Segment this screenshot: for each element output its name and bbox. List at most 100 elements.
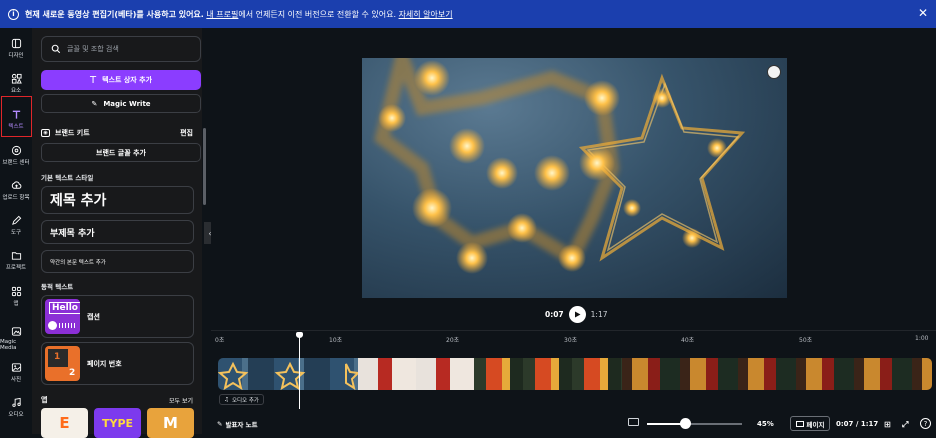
text-icon: T (89, 74, 97, 86)
banner-learn-more-link[interactable]: 자세히 알아보기 (399, 9, 453, 20)
rail-label: 요소 (10, 88, 22, 94)
banner-bold-text: 현재 새로운 동영상 편집기(베타)를 사용하고 있어요. (25, 9, 204, 19)
apps-tiles: E TYPE M (41, 408, 194, 438)
rail-item-draw[interactable]: 도구 (0, 215, 32, 236)
rail-item-elements[interactable]: 요소 (0, 73, 32, 94)
playhead[interactable] (299, 334, 300, 409)
total-time: 1:17 (590, 310, 608, 319)
rail-label: 프로젝트 (5, 265, 27, 271)
audio-icon (11, 397, 21, 407)
ruler-tick: 10초 (329, 337, 343, 344)
pages-button[interactable]: 페이지 (790, 416, 830, 431)
page-number-card[interactable]: 1 2 페이지 번호 (41, 342, 194, 385)
rail-label: 사진 (10, 377, 22, 383)
search-input[interactable]: 글꼴 및 조합 검색 (41, 36, 201, 62)
ruler-tick: 50초 (799, 337, 813, 344)
rail-item-apps[interactable]: 앱 (0, 286, 32, 307)
zoom-level: 45% (757, 420, 774, 428)
rail-item-brand[interactable]: 브랜드 센터 (0, 145, 32, 166)
banner-text: 에서 언제든지 이전 버전으로 전환할 수 있어요. (238, 9, 397, 19)
play-icon (48, 321, 57, 330)
add-textbox-label: 텍스트 상자 추가 (102, 76, 153, 84)
rail-label: 브랜드 센터 (2, 160, 30, 166)
rail-label: 도구 (10, 230, 22, 236)
stars-image (374, 58, 746, 274)
upload-icon (11, 181, 21, 189)
clip-presents[interactable] (622, 358, 932, 390)
page-thumb-num-2: 2 (69, 368, 76, 378)
add-audio-button[interactable]: ♫ 오디오 추가 (219, 394, 264, 405)
add-brand-font-button[interactable]: 브랜드 글꼴 추가 (41, 143, 201, 162)
video-badge-icon[interactable] (767, 65, 781, 79)
play-button[interactable] (568, 306, 586, 323)
apps-row: 앱 모두 보기 (41, 395, 201, 405)
banner-profile-link[interactable]: 내 프로필 (206, 9, 238, 20)
playhead-handle[interactable] (296, 332, 303, 338)
photo-icon (11, 363, 21, 372)
presenter-notes-button[interactable]: ✎ 발표자 노트 (217, 419, 258, 429)
play-icon (574, 311, 581, 318)
text-panel: 글꼴 및 조합 검색 T 텍스트 상자 추가 ✎ Magic Write ◉ 브랜… (32, 28, 202, 434)
rail-label: 업로드 항목 (2, 195, 30, 201)
grid-view-icon[interactable]: ⊞ (884, 420, 891, 429)
page-number-label: 페이지 번호 (87, 359, 122, 368)
video-preview[interactable] (362, 58, 787, 298)
pages-icon (795, 420, 804, 427)
rail-item-photos[interactable]: 사진 (0, 362, 32, 383)
panel-scrollbar[interactable] (203, 128, 206, 205)
presenter-notes-label: 발표자 노트 (225, 421, 258, 429)
add-audio-label: 오디오 추가 (231, 397, 259, 404)
rail-item-uploads[interactable]: 업로드 항목 (0, 180, 32, 201)
add-brand-font-label: 브랜드 글꼴 추가 (96, 148, 146, 157)
timeline-toggle-icon[interactable] (628, 418, 639, 426)
page-number-thumbnail: 1 2 (45, 346, 80, 381)
magic-write-button[interactable]: ✎ Magic Write (41, 94, 201, 113)
rail-label: Magic Media (0, 339, 17, 351)
pages-label: 페이지 (806, 420, 825, 429)
rail-item-design[interactable]: 디자인 (0, 38, 32, 59)
add-textbox-button[interactable]: T 텍스트 상자 추가 (41, 70, 201, 90)
add-body-text-button[interactable]: 약간의 본문 텍스트 추가 (41, 250, 194, 273)
edit-link[interactable]: 편집 (180, 128, 193, 138)
brand-icon (11, 145, 21, 156)
apps-icon (11, 286, 21, 297)
draw-icon (11, 215, 21, 225)
add-subheading-button[interactable]: 부제목 추가 (41, 220, 194, 244)
layout-icon (11, 38, 21, 49)
add-heading-button[interactable]: 제목 추가 (41, 186, 194, 214)
rail-item-audio[interactable]: 오디오 (0, 397, 32, 418)
caption-thumbnail: Hello (45, 299, 80, 334)
heading-label: 제목 추가 (50, 193, 107, 209)
fullscreen-icon[interactable]: ⤢ (902, 420, 908, 430)
see-all-link[interactable]: 모두 보기 (169, 396, 193, 405)
caption-card[interactable]: Hello 캡션 (41, 295, 194, 338)
stars-thumbnails (218, 361, 361, 390)
ruler-tick: 0초 (215, 337, 225, 344)
clip-stars[interactable] (218, 358, 361, 390)
search-icon (51, 44, 61, 54)
help-icon[interactable]: ? (920, 418, 931, 429)
beta-banner: i 현재 새로운 동영상 편집기(베타)를 사용하고 있어요. 내 프로필 에서… (0, 0, 936, 28)
page-thumb-num-1: 1 (54, 352, 61, 362)
ruler-tick: 30초 (564, 337, 578, 344)
selection-highlight (1, 96, 32, 137)
clip-gifts[interactable] (474, 358, 622, 390)
rail-item-magic-media[interactable]: Magic Media (0, 326, 32, 351)
waveform-icon (59, 323, 77, 328)
ruler-tick: 40초 (681, 337, 695, 344)
folder-icon (11, 252, 21, 260)
clip-santa[interactable] (358, 358, 474, 390)
rail-item-projects[interactable]: 프로젝트 (0, 250, 32, 271)
close-icon[interactable]: ✕ (918, 6, 928, 20)
video-clip-strip[interactable] (218, 358, 932, 390)
info-icon: i (8, 8, 19, 20)
brand-kit-icon: ◉ (41, 129, 50, 137)
ruler-tick: 20초 (446, 337, 460, 344)
magic-media-icon (11, 327, 21, 336)
zoom-slider-knob[interactable] (679, 418, 691, 429)
timeline-ruler[interactable]: 0초 10초 20초 30초 40초 50초 1:00 (215, 335, 931, 345)
rail-label: 디자인 (8, 53, 24, 59)
caption-label: 캡션 (87, 312, 100, 321)
brand-kit-label: 브랜드 키트 (55, 129, 90, 137)
current-time: 0:07 (545, 310, 564, 319)
